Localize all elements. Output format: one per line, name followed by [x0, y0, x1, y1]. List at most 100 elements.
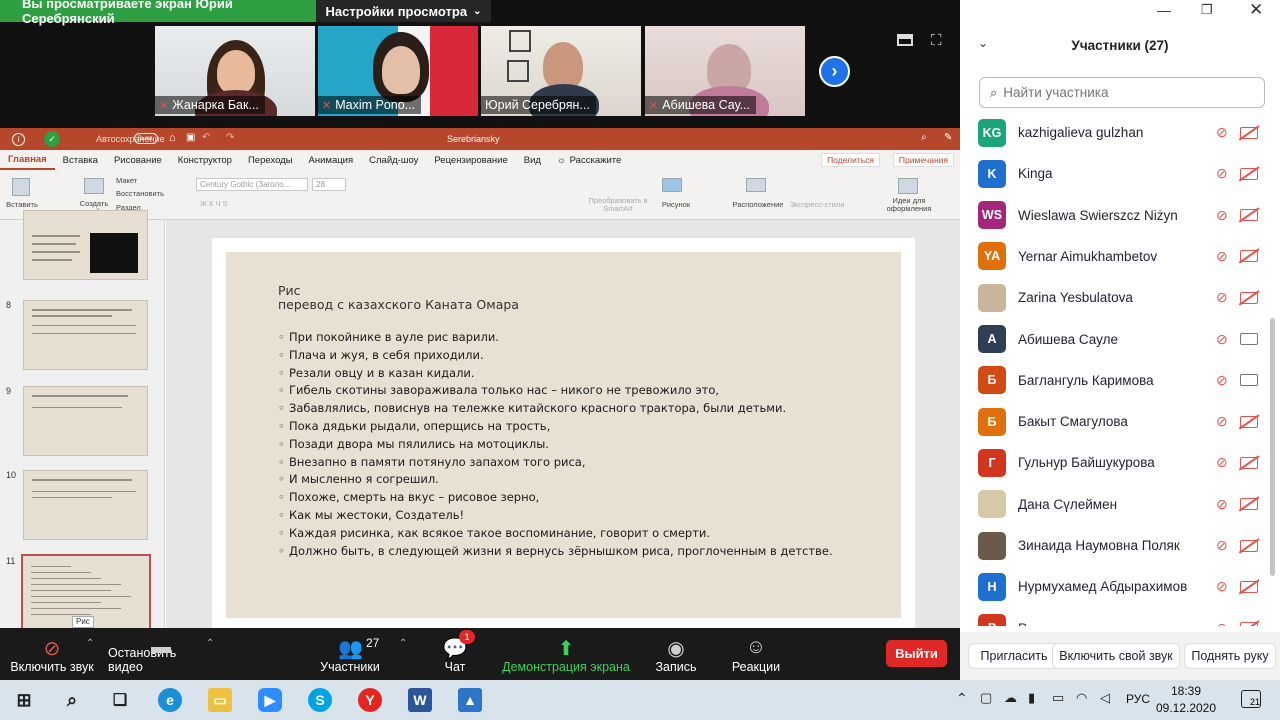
wifi-icon[interactable]: ◠ [1076, 690, 1087, 706]
task-view-icon[interactable]: ❑ [108, 688, 132, 712]
avatar: K [978, 159, 1006, 188]
save-icon[interactable]: ▣ [186, 132, 195, 143]
word-icon[interactable]: W [408, 688, 432, 712]
undo-icon[interactable]: ↶ [202, 132, 210, 143]
layout-icon[interactable] [897, 34, 913, 46]
tray-overflow-icon[interactable]: ⌃ [956, 690, 968, 707]
arrange-icon[interactable] [746, 178, 766, 192]
audio-options-caret-icon[interactable]: ⌃ [86, 638, 94, 649]
video-tile[interactable]: ✕ Жанарка Бак... [155, 26, 315, 116]
stop-video-button[interactable]: ▬ Остановить видео [108, 628, 214, 680]
participant-search-input[interactable] [1003, 85, 1244, 100]
font-size-select[interactable]: 28 [312, 178, 346, 191]
record-button[interactable]: ◉ Запись [652, 628, 700, 680]
tell-me[interactable]: ☼ Расскажите [549, 150, 629, 170]
layout-label[interactable]: Макет [116, 177, 137, 185]
menu-review[interactable]: Рецензирование [426, 150, 515, 170]
ppt-share-button[interactable]: Поделиться [821, 153, 880, 167]
menu-draw[interactable]: Рисование [106, 150, 170, 170]
participant-row[interactable]: WS Wieslawa Swierszcz Niżyn ⊘ [960, 195, 1272, 236]
photos-icon[interactable]: ▲ [458, 688, 482, 712]
menu-insert[interactable]: Вставка [55, 150, 106, 170]
share-screen-button[interactable]: ⬆ Демонстрация экрана [500, 628, 632, 680]
video-tile[interactable]: ✕ Абишева Сау... [645, 26, 805, 116]
yandex-browser-icon[interactable]: Y [358, 688, 382, 712]
fullscreen-icon[interactable]: ⛶ [931, 33, 946, 48]
info-icon[interactable]: i [12, 133, 25, 146]
leave-meeting-button[interactable]: Выйти [886, 640, 947, 667]
skype-icon[interactable]: S [308, 688, 332, 712]
menu-animation[interactable]: Анимация [301, 150, 362, 170]
battery-icon[interactable]: ▭ [1052, 690, 1064, 706]
participant-row[interactable]: Г Гульнур Байшукурова ⊘ [960, 442, 1272, 483]
slide-thumbnail[interactable] [23, 386, 148, 456]
participant-row[interactable]: Zarina Yesbulatova ⊘ [960, 277, 1272, 318]
file-explorer-icon[interactable]: ▭ [208, 688, 232, 712]
participant-row[interactable]: KG kazhigalieva gulzhan ⊘ [960, 112, 1272, 153]
slide-title[interactable]: Рис перевод с казахского Каната Омара [278, 284, 519, 312]
picture-frame [507, 60, 529, 82]
new-slide-icon[interactable] [84, 178, 104, 194]
participant-row[interactable]: Зинаида Наумовна Поляк ⊘ [960, 525, 1272, 566]
menu-home[interactable]: Главная [0, 150, 55, 170]
reactions-button[interactable]: ☺ Реакции [728, 628, 784, 680]
home-icon[interactable]: ⌂ [169, 132, 176, 144]
menu-view[interactable]: Вид [516, 150, 549, 170]
font-name-select[interactable]: Century Gothic (Заголо... [196, 178, 308, 191]
menu-transitions[interactable]: Переходы [240, 150, 301, 170]
slide-body-list[interactable]: При покойнике в ауле рис варили.Плача и … [278, 329, 833, 560]
participants-button[interactable]: 👥 27 Участники [316, 628, 384, 680]
unmute-self-button[interactable]: Включить свой звук [1052, 643, 1180, 669]
search-icon[interactable]: ⌕ [60, 688, 84, 712]
windows-start-icon[interactable]: ⊞ [12, 688, 36, 712]
onedrive-icon[interactable]: ☁ [1004, 690, 1017, 706]
avatar: Н [978, 572, 1006, 601]
slide-thumbnail[interactable] [23, 210, 148, 280]
participant-row[interactable]: YA Yernar Aimukhambetov ⊘ [960, 236, 1272, 277]
video-options-caret-icon[interactable]: ⌃ [206, 638, 214, 649]
menu-slideshow[interactable]: Слайд-шоу [361, 150, 426, 170]
raise-hand-button[interactable]: Поднять руку [1184, 643, 1276, 669]
system-clock[interactable]: 18:39 09.12.2020 [1150, 683, 1222, 717]
volume-icon[interactable]: ◁ [1100, 690, 1110, 706]
design-ideas-icon[interactable] [898, 178, 918, 194]
autosave-toggle[interactable]: Выкл. [134, 133, 158, 144]
next-page-arrow-icon[interactable]: › [819, 56, 850, 87]
paste-icon[interactable] [12, 178, 30, 196]
reset-label[interactable]: Восстановить [116, 190, 164, 198]
zoom-app-icon[interactable]: ▶ [258, 688, 282, 712]
participant-row[interactable]: Б Бакыт Смагулова ⊘ [960, 401, 1272, 442]
participants-options-caret-icon[interactable]: ⌃ [399, 638, 407, 649]
video-tile[interactable]: ✕ Maxim Pono... [318, 26, 478, 116]
participant-row[interactable]: Дана Сүлеймен ⊘ [960, 484, 1272, 525]
maximize-icon[interactable]: ❐ [1201, 2, 1213, 18]
view-options-button[interactable]: Настройки просмотра ⌄ [316, 0, 491, 22]
participant-row[interactable]: Н Нурмухамед Абдырахимов ⊘ [960, 566, 1272, 607]
redo-icon[interactable]: ↷ [226, 132, 234, 143]
invite-button[interactable]: Пригласить [968, 643, 1060, 669]
menu-design[interactable]: Конструктор [170, 150, 240, 170]
language-indicator[interactable]: РУС [1126, 692, 1150, 706]
express-styles-label[interactable]: Экспресс-стили [786, 201, 848, 209]
participant-row[interactable]: А Абишева Сауле ⊘ [960, 319, 1272, 360]
slide-thumbnail[interactable] [23, 470, 148, 540]
participant-search[interactable]: ⌕ [979, 77, 1265, 108]
tray-icon[interactable]: ▢ [980, 690, 992, 706]
smartart-label[interactable]: Преобразовать в SmartArt [586, 197, 650, 213]
participant-list-scrollbar[interactable] [1270, 318, 1275, 576]
minimize-icon[interactable]: — [1157, 2, 1171, 18]
participant-row[interactable]: Б Баглангуль Каримова ⊘ [960, 360, 1272, 401]
pen-icon[interactable]: ✎ [944, 132, 952, 143]
participant-row[interactable]: Р Р ⊘ [960, 608, 1272, 626]
notifications-icon[interactable]: 21 [1241, 690, 1261, 708]
video-tile[interactable]: Юрий Серебрян... [481, 26, 641, 116]
slide-thumbnail[interactable] [23, 300, 148, 370]
ppt-notes-button[interactable]: Примечания [892, 153, 954, 167]
participant-row[interactable]: K Kinga ⊘ [960, 153, 1272, 194]
microphone-icon[interactable]: ▮ [1028, 690, 1035, 706]
edge-icon[interactable]: e [158, 688, 182, 712]
close-icon[interactable]: ✕ [1249, 0, 1263, 20]
picture-icon[interactable] [662, 178, 682, 192]
search-icon[interactable]: ⌕ [921, 132, 927, 143]
unmute-button[interactable]: ⊘ Включить звук [8, 628, 96, 680]
